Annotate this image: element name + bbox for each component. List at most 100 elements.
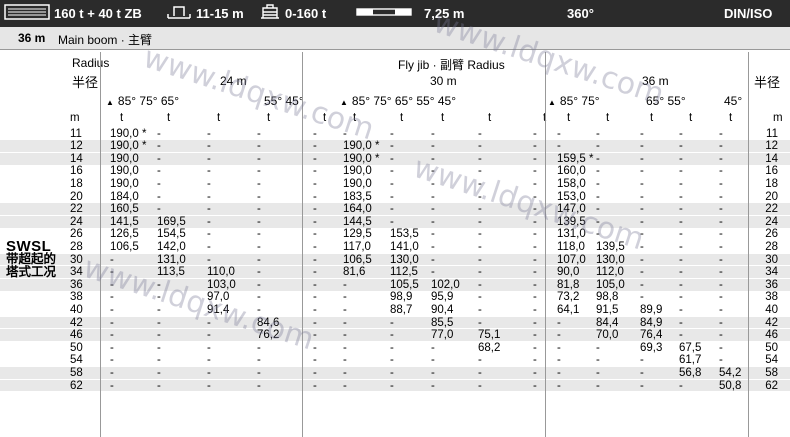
radius-cell: 18 <box>70 178 83 190</box>
capacity-cell: - <box>533 316 537 329</box>
capacity-cell: - <box>533 140 537 153</box>
unit-cell: t <box>729 112 733 124</box>
capacity-cell: 88,7 <box>390 304 413 316</box>
capacity-cell: - <box>110 329 114 342</box>
capacity-cell: - <box>257 278 261 291</box>
unit-cell: t <box>441 112 445 124</box>
capacity-cell: - <box>207 316 211 329</box>
capacity-cell: - <box>313 241 317 253</box>
radius-cell: 24 <box>765 215 778 228</box>
capacity-cell: - <box>257 178 261 190</box>
capacity-cell: - <box>640 291 644 304</box>
capacity-cell: - <box>313 278 317 291</box>
table-header: Radius 半径 Fly jib · 副臂 Radius 半径 24 m 30… <box>0 50 790 112</box>
capacity-cell: - <box>679 127 683 140</box>
capacity-cell: 85,5 <box>431 316 454 329</box>
capacity-cell: - <box>557 329 561 342</box>
capacity-cell: 113,5 <box>157 266 185 279</box>
capacity-cell: 105,5 <box>390 278 419 291</box>
radius-cell: 22 <box>765 203 778 216</box>
radius-cell: 62 <box>70 379 83 392</box>
capacity-cell: - <box>343 329 347 342</box>
capacity-cell: 190,0 <box>343 178 372 190</box>
boom-type: Main boom · 主臂 <box>58 33 153 47</box>
radius-cell: 18 <box>765 178 778 190</box>
capacity-cell: 118,0 <box>557 241 585 253</box>
jib-24m-label: 24 m <box>220 74 247 88</box>
capacity-cell: - <box>431 379 435 392</box>
capacity-cell: - <box>533 152 537 165</box>
radius-cell: 12 <box>765 140 778 153</box>
radius-cell: 26 <box>765 228 778 241</box>
angles-36m-c: 45° <box>724 94 743 108</box>
capacity-cell: 90,0 <box>557 266 580 279</box>
capacity-cell: - <box>313 379 317 392</box>
units-row: mtttttttttttttttm <box>0 112 790 124</box>
radius-cell: 20 <box>765 190 778 203</box>
capacity-cell: 141,0 <box>390 241 419 253</box>
capacity-cell: - <box>313 253 317 266</box>
capacity-cell: 84,4 <box>596 316 619 329</box>
capacity-cell: 64,1 <box>557 304 580 316</box>
table-row: 34-113,5 110,0- -81,6 112,5- - -90,0 112,0- - -3… <box>0 266 790 278</box>
capacity-cell: 154,5 <box>157 228 186 241</box>
triangle-icon: ▲ <box>340 98 348 107</box>
outrigger-base-item: 11-15 m <box>166 0 244 27</box>
ballast-icon <box>259 4 281 23</box>
capacity-cell: - <box>719 341 723 354</box>
capacity-cell: - <box>533 203 537 216</box>
capacity-cell: - <box>719 278 723 291</box>
capacity-cell: 131,0 <box>157 253 186 266</box>
capacity-cell: - <box>257 215 261 228</box>
capacity-cell: 129,5 <box>343 228 372 241</box>
capacity-cell: 105,0 <box>596 278 625 291</box>
capacity-cell: - <box>478 253 482 266</box>
capacity-cell: 68,2 <box>478 341 501 354</box>
capacity-cell: - <box>313 140 317 153</box>
capacity-cell: 190,0 * <box>110 140 147 153</box>
radius-cell: 14 <box>70 152 83 165</box>
capacity-cell: - <box>207 367 211 379</box>
capacity-cell: - <box>257 152 261 165</box>
capacity-cell: - <box>533 266 537 279</box>
capacity-cell: - <box>313 127 317 140</box>
radius-cell: 34 <box>765 266 778 279</box>
capacity-cell: 139,5 <box>557 215 586 228</box>
outrigger-base-text: 11-15 m <box>196 6 244 21</box>
radius-cell: 16 <box>70 165 83 178</box>
capacity-cell: 153,5 <box>390 228 419 241</box>
capacity-cell: - <box>557 379 561 392</box>
capacity-cell: - <box>313 316 317 329</box>
capacity-cell: - <box>679 304 683 316</box>
capacity-cell: - <box>431 253 435 266</box>
capacity-cell: - <box>719 203 723 216</box>
capacity-cell: - <box>343 354 347 367</box>
capacity-cell: - <box>596 165 600 178</box>
rotation-item: 360° <box>567 0 594 27</box>
capacity-cell: - <box>557 127 561 140</box>
table-row: 24 141,5 169,5- - -144,5- - - -139,5- - - -24 <box>0 215 790 228</box>
capacity-cell: - <box>343 278 347 291</box>
radius-label-cn: 半径 <box>72 75 99 90</box>
capacity-cell: - <box>110 253 114 266</box>
radius-cell: 50 <box>765 341 778 354</box>
capacity-cell: - <box>719 291 723 304</box>
capacity-cell: - <box>640 165 644 178</box>
radius-cell: 30 <box>70 253 83 266</box>
capacity-cell: - <box>431 190 435 203</box>
radius-cell: 28 <box>70 241 83 253</box>
capacity-cell: 76,2 <box>257 329 280 342</box>
capacity-cell: - <box>257 341 261 354</box>
capacity-cell: - <box>478 165 482 178</box>
capacity-cell: - <box>207 165 211 178</box>
table-row: 11 190,0 * - - - - - - - - - - - - - -11 <box>0 128 790 140</box>
capacity-cell: - <box>640 215 644 228</box>
capacity-cell: - <box>157 190 161 203</box>
capacity-cell: 164,0 <box>343 203 372 216</box>
capacity-cell: - <box>110 316 114 329</box>
capacity-cell: - <box>719 215 723 228</box>
capacity-cell: - <box>110 367 114 379</box>
capacity-cell: 112,5 <box>390 266 418 279</box>
jib36-divider <box>748 52 749 437</box>
capacity-cell: - <box>207 178 211 190</box>
